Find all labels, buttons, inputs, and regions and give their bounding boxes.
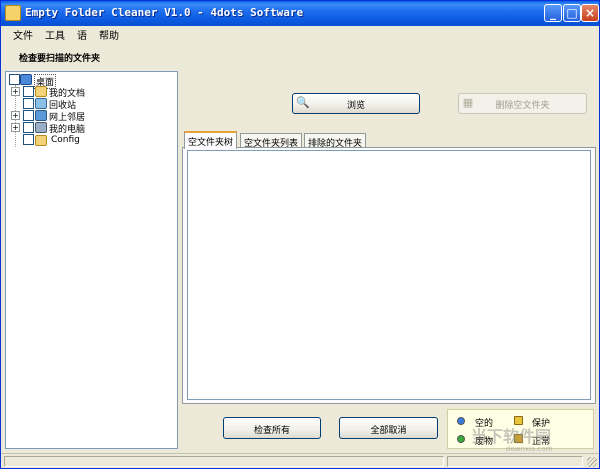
close-button[interactable]: × — [581, 4, 599, 22]
close-icon: × — [584, 6, 596, 20]
folder-icon — [35, 135, 47, 146]
status-pane-main — [4, 456, 444, 467]
scan-folders-label: 检查要扫描的文件夹 — [19, 54, 101, 64]
tree-item-network[interactable]: + 网上邻居 — [6, 110, 176, 123]
maximize-button[interactable]: □ — [563, 4, 581, 22]
watermark: 当下软件园 — [471, 427, 552, 446]
network-checkbox[interactable] — [23, 110, 34, 121]
tab-excluded-folders[interactable]: 排除的文件夹 — [304, 133, 367, 149]
recycle-bin-checkbox[interactable] — [23, 98, 34, 109]
minimize-button[interactable]: _ — [544, 4, 562, 22]
tree-item-my-documents[interactable]: + 我的文档 — [6, 86, 176, 99]
app-icon — [5, 5, 21, 21]
my-computer-checkbox[interactable] — [23, 122, 34, 133]
my-documents-checkbox[interactable] — [23, 86, 34, 97]
uncheck-all-button[interactable]: 全部取消 — [339, 417, 438, 439]
computer-icon — [35, 122, 47, 133]
status-bar — [1, 453, 599, 468]
network-icon — [35, 110, 47, 121]
menu-language[interactable]: 语 — [77, 27, 87, 42]
expand-icon[interactable]: + — [11, 87, 20, 96]
tree-item-label: Config — [51, 135, 80, 145]
tree-item-config[interactable]: Config — [6, 134, 176, 146]
desktop-checkbox[interactable] — [9, 74, 20, 85]
tab-empty-folder-tree[interactable]: 空文件夹树 — [184, 131, 238, 149]
menu-file[interactable]: 文件 — [13, 27, 33, 42]
check-all-button[interactable]: 检查所有 — [223, 417, 321, 439]
browse-button[interactable]: 🔍 浏览 — [292, 93, 420, 114]
app-window: Empty Folder Cleaner V1.0 - 4dots Softwa… — [0, 0, 600, 469]
folder-documents-icon — [35, 86, 47, 97]
tree-item-my-computer[interactable]: + 我的电脑 — [6, 122, 176, 135]
recycle-bin-icon — [35, 98, 47, 109]
folder-tree[interactable]: 桌面 + 我的文档 回收站 + 网上邻居 + 我的电脑 Config — [5, 71, 178, 449]
empty-folder-tree-view[interactable] — [187, 150, 591, 400]
tree-item-desktop[interactable]: 桌面 — [6, 74, 176, 89]
menu-bar: 文件 工具 语 帮助 — [1, 26, 599, 42]
minimize-icon: _ — [550, 6, 556, 20]
tree-item-recycle-bin[interactable]: 回收站 — [6, 98, 176, 111]
maximize-icon: □ — [566, 6, 578, 20]
delete-empty-folders-button[interactable]: ▦ 删除空文件夹 — [458, 93, 587, 114]
watermark-url: downxia.com — [506, 445, 553, 453]
empty-dot-icon — [457, 417, 465, 425]
menu-help[interactable]: 帮助 — [99, 27, 119, 42]
junk-dot-icon — [457, 435, 465, 443]
title-bar[interactable]: Empty Folder Cleaner V1.0 - 4dots Softwa… — [1, 1, 599, 26]
window-title: Empty Folder Cleaner V1.0 - 4dots Softwa… — [25, 6, 304, 19]
expand-icon[interactable]: + — [11, 111, 20, 120]
menu-tools[interactable]: 工具 — [45, 27, 65, 42]
desktop-icon — [20, 74, 32, 85]
config-checkbox[interactable] — [23, 134, 34, 145]
status-pane-secondary — [447, 456, 583, 467]
tab-empty-folder-list[interactable]: 空文件夹列表 — [240, 133, 303, 149]
resize-grip-icon[interactable] — [587, 457, 597, 467]
expand-icon[interactable]: + — [11, 123, 20, 132]
